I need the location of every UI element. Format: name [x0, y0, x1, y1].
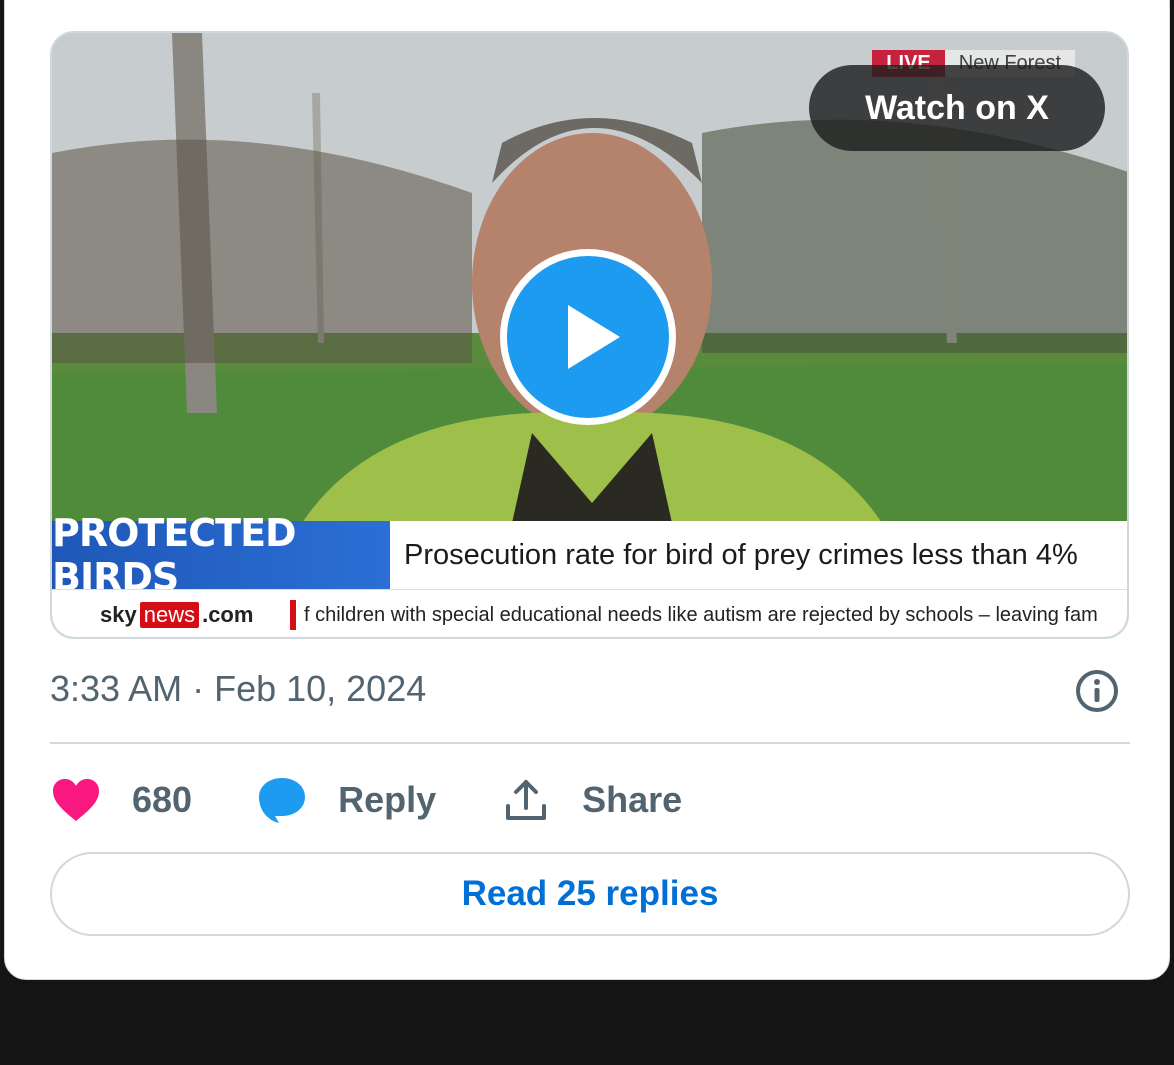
sky-news-logo: sky news .com	[100, 602, 290, 628]
reply-bubble-icon	[256, 774, 308, 826]
play-button[interactable]	[500, 249, 676, 425]
watch-on-x-button[interactable]: Watch on X	[809, 65, 1105, 151]
headline: Prosecution rate for bird of prey crimes…	[390, 521, 1127, 589]
reply-label: Reply	[338, 779, 437, 820]
logo-com: .com	[202, 602, 254, 627]
logo-sky: sky	[100, 602, 137, 627]
heart-icon	[50, 774, 102, 826]
share-label: Share	[582, 779, 683, 820]
share-icon	[500, 774, 552, 826]
news-ticker: sky news .com f children with special ed…	[52, 589, 1127, 637]
video-player[interactable]: LIVE New Forest Watch on X PROTECTED BIR…	[50, 31, 1129, 639]
info-icon[interactable]	[1074, 668, 1120, 714]
play-icon	[568, 305, 620, 369]
ticker-divider	[290, 600, 296, 630]
share-button[interactable]: Share	[500, 774, 682, 826]
action-bar: 680 Reply Share	[50, 772, 746, 828]
like-button[interactable]: 680	[50, 774, 192, 826]
ticker-text: f children with special educational need…	[304, 603, 1098, 626]
like-count: 680	[132, 779, 193, 820]
reply-button[interactable]: Reply	[256, 774, 436, 826]
read-replies-button[interactable]: Read 25 replies	[50, 852, 1130, 936]
news-lower-third: PROTECTED BIRDS Prosecution rate for bir…	[52, 511, 1127, 599]
post-timestamp[interactable]: 3:33 AM · Feb 10, 2024	[50, 668, 426, 710]
divider	[50, 742, 1130, 744]
banner-label: PROTECTED BIRDS	[52, 511, 390, 599]
logo-news: news	[139, 602, 200, 628]
